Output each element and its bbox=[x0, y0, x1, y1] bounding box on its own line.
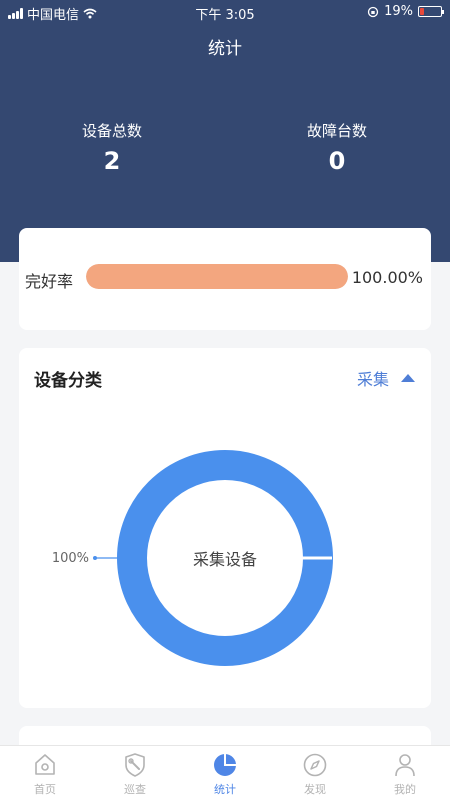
tab-discover[interactable]: 发现 bbox=[270, 746, 360, 800]
home-icon bbox=[35, 754, 55, 775]
tab-home-label: 首页 bbox=[34, 783, 56, 796]
intact-rate-bar bbox=[86, 264, 348, 289]
tab-discover-label: 发现 bbox=[304, 783, 326, 796]
tab-bar: 首页 巡查 统计 发现 我的 bbox=[0, 745, 450, 800]
fault-count-stat: 故障台数 0 bbox=[257, 120, 417, 175]
tab-mine[interactable]: 我的 bbox=[360, 746, 450, 800]
intact-rate-card: 完好率 100.00% bbox=[19, 228, 431, 330]
donut-center-label: 采集设备 bbox=[193, 550, 257, 569]
user-icon bbox=[395, 754, 415, 777]
tab-home[interactable]: 首页 bbox=[0, 746, 90, 800]
device-category-card: 设备分类 采集 采集设备 100% bbox=[19, 348, 431, 708]
tab-mine-label: 我的 bbox=[394, 783, 416, 796]
orientation-lock-icon bbox=[367, 6, 379, 17]
shield-wrench-icon bbox=[125, 753, 145, 777]
slice-leader-dot bbox=[93, 556, 97, 560]
tab-statistics-label: 统计 bbox=[214, 783, 236, 796]
intact-rate-label: 完好率 bbox=[25, 272, 74, 291]
page-title: 统计 bbox=[208, 39, 242, 59]
tab-patrol-label: 巡查 bbox=[124, 783, 146, 796]
tab-statistics[interactable]: 统计 bbox=[180, 746, 270, 800]
fault-count-value: 0 bbox=[328, 147, 346, 175]
pie-chart-icon bbox=[214, 754, 236, 776]
device-total-value: 2 bbox=[103, 147, 121, 175]
category-donut-chart: 采集设备 100% bbox=[52, 450, 333, 666]
intact-rate-value: 100.00% bbox=[351, 268, 423, 287]
intact-rate-bar-fill bbox=[86, 264, 348, 289]
battery-level bbox=[420, 8, 424, 15]
battery-icon bbox=[418, 6, 444, 17]
device-total-label: 设备总数 bbox=[81, 122, 142, 140]
tab-patrol[interactable]: 巡查 bbox=[90, 746, 180, 800]
slice-percent-label: 100% bbox=[52, 551, 89, 566]
battery-percent: 19% bbox=[384, 4, 413, 19]
compass-icon bbox=[303, 753, 327, 777]
status-bar: 中国电信 下午 3:05 19% bbox=[0, 0, 450, 24]
fault-count-label: 故障台数 bbox=[306, 122, 367, 140]
device-total-stat: 设备总数 2 bbox=[32, 120, 192, 175]
